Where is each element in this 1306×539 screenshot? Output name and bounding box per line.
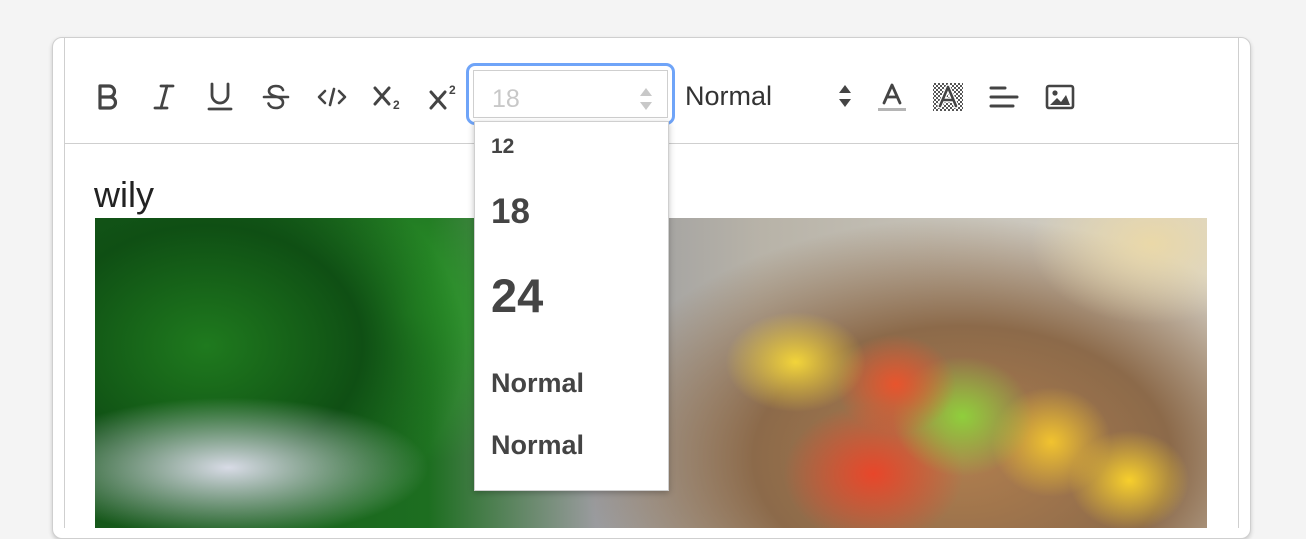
background-color-button[interactable]: [929, 76, 967, 118]
underline-icon: [207, 82, 233, 111]
header-select[interactable]: Normal: [685, 78, 870, 118]
subscript-button[interactable]: 2: [369, 76, 407, 118]
font-size-dropdown: 12 18 24 Normal Normal: [474, 121, 669, 491]
font-size-option-18[interactable]: 18: [491, 192, 530, 232]
bold-button[interactable]: [89, 76, 127, 118]
image-button[interactable]: [1041, 76, 1079, 118]
select-arrows-icon: [639, 87, 653, 116]
image-icon: [1045, 84, 1075, 110]
font-size-option-12[interactable]: 12: [491, 135, 514, 159]
italic-button[interactable]: [145, 76, 183, 118]
font-size-option-normal[interactable]: Normal: [491, 430, 584, 461]
text-background-icon: [933, 83, 963, 111]
font-size-select[interactable]: 18: [469, 66, 672, 122]
font-size-option-normal[interactable]: Normal: [491, 368, 584, 399]
underline-button[interactable]: [201, 76, 239, 118]
superscript-button[interactable]: 2: [425, 76, 463, 118]
italic-icon: [153, 84, 175, 110]
code-button[interactable]: [313, 76, 351, 118]
font-size-select-box: 18: [473, 70, 668, 118]
align-left-icon: [989, 86, 1019, 108]
header-select-value: Normal: [685, 81, 773, 111]
text-color-icon: [878, 83, 906, 111]
svg-text:2: 2: [449, 83, 456, 97]
align-button[interactable]: [985, 76, 1023, 118]
strikethrough-icon: [262, 84, 290, 110]
font-size-value: 18: [492, 85, 520, 113]
content-text: wily: [94, 174, 154, 215]
font-size-option-24[interactable]: 24: [491, 268, 543, 323]
code-icon: [317, 87, 347, 107]
superscript-icon: 2: [429, 83, 456, 110]
font-color-button[interactable]: [873, 76, 911, 118]
strikethrough-button[interactable]: [257, 76, 295, 118]
subscript-icon: 2: [373, 86, 400, 111]
svg-text:2: 2: [393, 98, 400, 111]
editor-frame: 2 2 18 Normal 12 18 24 Normal Normal wil…: [64, 38, 1239, 528]
rich-text-editor: 2 2 18 Normal 12 18 24 Normal Normal wil…: [52, 37, 1251, 539]
bold-icon: [98, 84, 118, 110]
select-arrows-icon: [838, 84, 852, 113]
